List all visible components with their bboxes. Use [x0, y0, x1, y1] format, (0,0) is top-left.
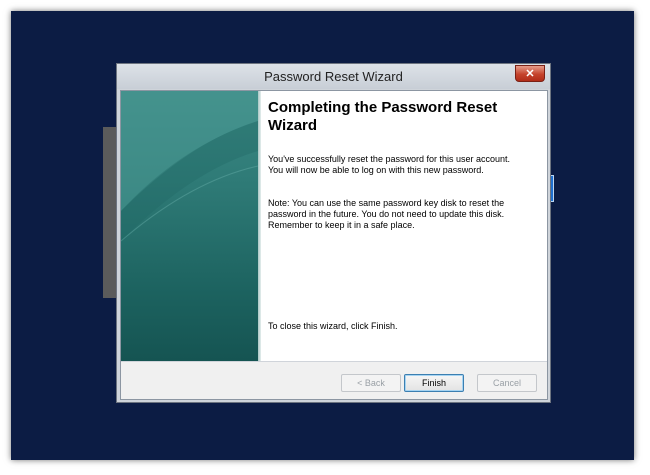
close-icon: ✕ — [525, 68, 535, 80]
cancel-button[interactable]: Cancel — [477, 374, 537, 392]
close-instruction: To close this wizard, click Finish. — [268, 321, 398, 331]
wizard-side-banner — [121, 91, 258, 361]
window-title: Password Reset Wizard — [264, 69, 403, 84]
close-button[interactable]: ✕ — [515, 65, 545, 82]
banner-divider — [258, 91, 261, 361]
page-title: Completing the Password Reset Wizard — [268, 99, 498, 134]
success-message: You've successfully reset the password f… — [268, 154, 511, 175]
finish-button[interactable]: Finish — [404, 374, 464, 392]
banner-swoosh-graphic — [121, 91, 258, 242]
note-message: Note: You can use the same password key … — [268, 198, 505, 230]
background-window-edge — [103, 127, 117, 298]
wizard-client-area: Completing the Password Reset Wizard You… — [120, 90, 548, 400]
password-reset-wizard-window: Password Reset Wizard ✕ Completing the P… — [116, 63, 551, 403]
back-button[interactable]: < Back — [341, 374, 401, 392]
button-bar: < Back Finish Cancel — [121, 362, 547, 399]
title-bar[interactable]: Password Reset Wizard ✕ — [117, 64, 550, 89]
wizard-content: Completing the Password Reset Wizard You… — [268, 91, 539, 361]
